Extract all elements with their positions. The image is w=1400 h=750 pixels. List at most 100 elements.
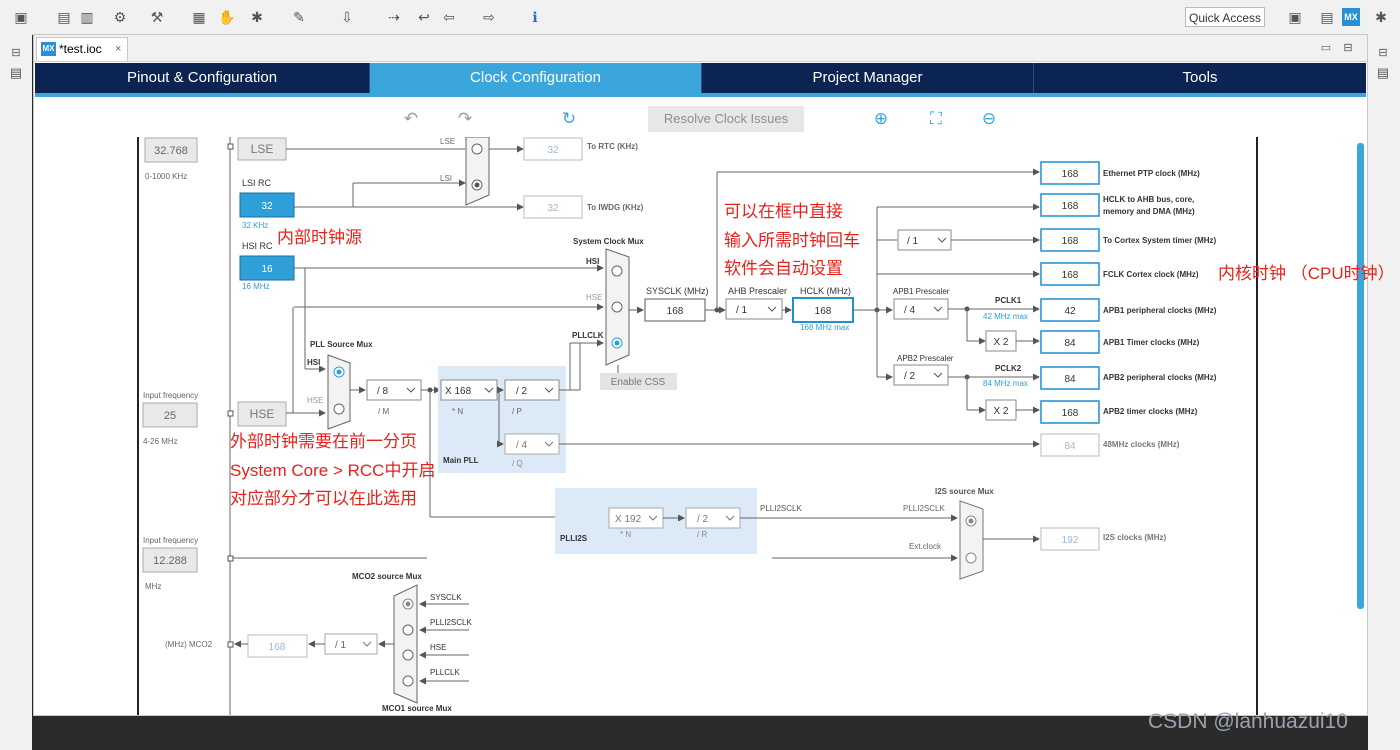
perspective-icon[interactable]: ▣	[1286, 8, 1304, 26]
hsi-unit: 16 MHz	[242, 282, 270, 291]
hse-range: 4-26 MHz	[143, 437, 178, 446]
rtc-mux-lsi-label: LSI	[440, 174, 452, 183]
tab-tools[interactable]: Tools	[1034, 63, 1366, 93]
mx-perspective-icon[interactable]: MX	[1342, 8, 1360, 26]
apb2-timer-value: 168	[1062, 408, 1079, 419]
systick-divider-select[interactable]	[897, 229, 952, 251]
i2s-label: I2S clocks (MHz)	[1103, 533, 1166, 542]
i2s-mux-plli2sclk-label: PLLI2SCLK	[903, 504, 945, 513]
i2s-value: 192	[1062, 535, 1079, 546]
minimize-icon[interactable]: ▭	[1317, 39, 1335, 57]
undo-icon[interactable]: ↶	[401, 109, 421, 129]
restore-right-icon[interactable]: ⊟	[1374, 44, 1392, 62]
tab-pinout[interactable]: Pinout & Configuration	[35, 63, 370, 93]
pll-p-value: / 2	[516, 386, 528, 397]
i2s-source-mux[interactable]	[959, 500, 984, 580]
zoom-out-icon[interactable]: ⊖	[979, 109, 999, 129]
main-toolbar: ▣ ▤ ▥ ⚙ ⚒ ▦ ✋ ✱ ✎ ⇩ ⇢ ↩ ⇦ ⇨ ℹ Quick Acce…	[0, 0, 1400, 35]
close-icon[interactable]: ×	[115, 38, 121, 60]
pll-m-label: / M	[378, 407, 389, 416]
pllmux-hse-label: HSE	[307, 396, 323, 405]
forward-icon[interactable]: ⇨	[480, 8, 498, 26]
file-tab[interactable]: MX *test.ioc ×	[36, 37, 128, 61]
apb1-max: 42 MHz max	[983, 312, 1028, 321]
watermark: CSDN @lanhuazui10	[1148, 710, 1348, 733]
save-icon[interactable]: ▤	[55, 8, 73, 26]
apb2-peripheral-value: 84	[1064, 374, 1076, 385]
hclk-ahb-label: HCLK to AHB bus, core,	[1103, 195, 1194, 204]
annotation-internal-clock: 内部时钟源	[277, 228, 362, 247]
i2s-source-mux-label: I2S source Mux	[935, 487, 994, 496]
bug-perspective-icon[interactable]: ✱	[1372, 8, 1390, 26]
redo-icon[interactable]: ↷	[455, 109, 475, 129]
cube-perspective-icon[interactable]: ▤	[1318, 8, 1336, 26]
rtc-label: To RTC (KHz)	[587, 142, 638, 151]
return-icon[interactable]: ↩	[415, 8, 433, 26]
annotation-external-3: 对应部分才可以在此选用	[230, 489, 417, 508]
hclk-label: HCLK (MHz)	[800, 286, 851, 296]
mco2-divider-value: / 1	[335, 640, 347, 651]
pll-source-mux[interactable]	[327, 354, 351, 430]
build-icon[interactable]: ⚒	[148, 8, 166, 26]
bug-icon[interactable]: ✱	[248, 8, 266, 26]
apb1-prescaler-label: APB1 Prescaler	[893, 287, 950, 296]
clock-config-nav: Pinout & Configuration Clock Configurati…	[35, 63, 1366, 97]
resolve-clock-issues-button[interactable]: Resolve Clock Issues	[648, 106, 804, 132]
cortex-timer-value: 168	[1062, 236, 1079, 247]
settings-icon[interactable]: ⚙	[111, 8, 129, 26]
pll-source-mux-label: PLL Source Mux	[310, 340, 373, 349]
ethernet-ptp-label: Ethernet PTP clock (MHz)	[1103, 169, 1200, 178]
lse-frequency: 32.768	[154, 145, 188, 157]
clk48-value: 84	[1064, 441, 1076, 452]
mco2-input-sysclk: SYSCLK	[430, 593, 462, 602]
apb2-prescaler-label: APB2 Prescaler	[897, 354, 954, 363]
pll-m-value: / 8	[377, 386, 389, 397]
right-rail: ⊟ ▤	[1368, 34, 1400, 750]
info-icon[interactable]: ℹ	[526, 8, 544, 26]
rtc-value: 32	[547, 145, 559, 156]
zoom-in-icon[interactable]: ⊕	[871, 109, 891, 129]
next-icon[interactable]: ⇢	[385, 8, 403, 26]
binary-icon[interactable]: ▦	[190, 8, 208, 26]
tab-project-manager[interactable]: Project Manager	[702, 63, 1034, 93]
editor-tab-bar: MX *test.ioc × ▭ ⊟	[34, 35, 1367, 62]
annotation-direct-input-3: 软件会自动设置	[724, 259, 843, 278]
iwdg-label: To IWDG (KHz)	[587, 203, 644, 212]
hsi-value: 16	[261, 264, 273, 275]
apb2-timer-label: APB2 timer clocks (MHz)	[1103, 407, 1198, 416]
down-icon[interactable]: ⇩	[338, 8, 356, 26]
fit-icon[interactable]: ⛶	[926, 109, 946, 129]
ethernet-ptp-value: 168	[1062, 169, 1079, 180]
apb2-prescaler-value: / 2	[904, 371, 916, 382]
left-rail: ⊟ ▤	[0, 34, 32, 750]
project-explorer-icon[interactable]: ▤	[7, 64, 25, 82]
restore-icon[interactable]: ⊟	[7, 44, 25, 62]
pll-n-label: * N	[452, 407, 463, 416]
mco2-input-pllclk: PLLCLK	[430, 668, 460, 677]
annotation-direct-input-2: 输入所需时钟回车	[724, 231, 860, 250]
quick-access-field[interactable]: Quick Access	[1185, 7, 1265, 27]
reset-icon[interactable]: ↻	[559, 109, 579, 129]
clock-tree-canvas: 32.768 0-1000 KHz LSE LSE LSI 32 To RTC …	[35, 137, 1366, 715]
maximize-icon[interactable]: ⊟	[1339, 39, 1357, 57]
tool-icon[interactable]: ✎	[290, 8, 308, 26]
debug-hand-icon[interactable]: ✋	[218, 8, 236, 26]
outline-icon[interactable]: ▤	[1374, 64, 1392, 82]
new-icon[interactable]: ▣	[12, 8, 30, 26]
hse-frequency: 25	[164, 410, 176, 422]
apb1-timer-value: 84	[1064, 338, 1076, 349]
apb1-timer-label: APB1 Timer clocks (MHz)	[1103, 338, 1200, 347]
ext-frequency: 12.288	[153, 555, 187, 567]
ahb-prescaler-value: / 1	[736, 305, 748, 316]
hclk-ahb-value: 168	[1062, 201, 1079, 212]
back-icon[interactable]: ⇦	[440, 8, 458, 26]
hse-label: HSE	[250, 407, 275, 421]
apb1-peripheral-value: 42	[1064, 306, 1076, 317]
vertical-scrollbar[interactable]	[1357, 143, 1364, 609]
mco2-value: 168	[269, 642, 286, 653]
mco2-input-hse: HSE	[430, 643, 446, 652]
hse-input-freq-label: Input frequency	[143, 391, 198, 400]
tab-clock-configuration[interactable]: Clock Configuration	[370, 63, 702, 93]
save-all-icon[interactable]: ▥	[78, 8, 96, 26]
editor-area: MX *test.ioc × ▭ ⊟ Pinout & Configuratio…	[33, 34, 1368, 716]
